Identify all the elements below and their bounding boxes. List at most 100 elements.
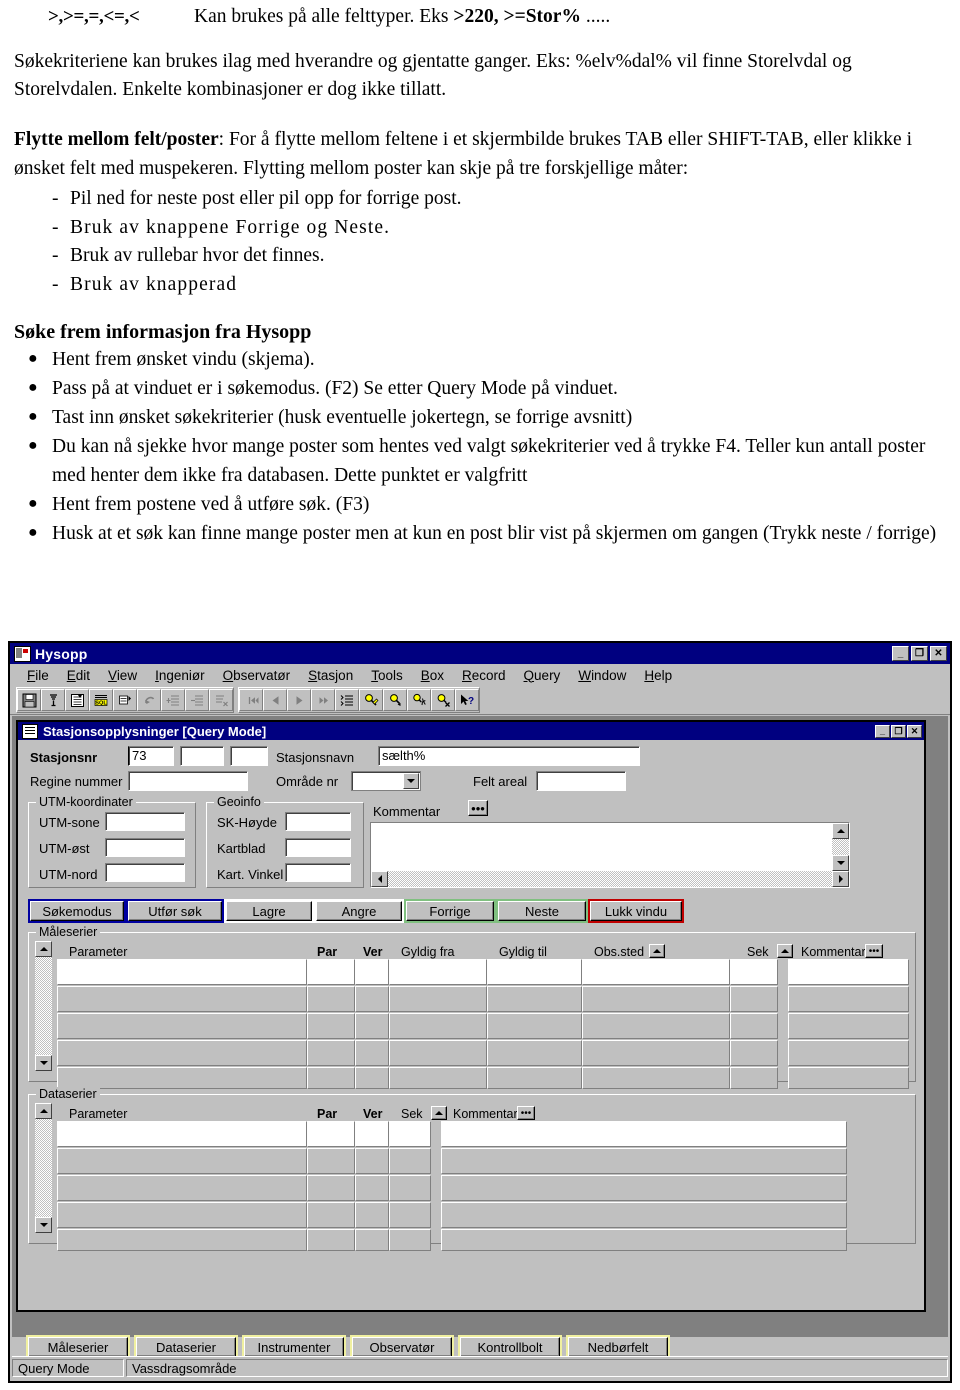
cell-ver[interactable] (355, 1013, 389, 1039)
close-button[interactable]: ✕ (930, 646, 947, 661)
records-icon[interactable] (335, 689, 359, 711)
cell-obs-sted[interactable] (582, 1067, 730, 1089)
cell-par[interactable] (307, 1013, 355, 1039)
lukk-vindu-button[interactable]: Lukk vindu (588, 899, 684, 923)
menu-item-box[interactable]: Box (412, 668, 453, 683)
forrige-button[interactable]: Forrige (404, 899, 496, 923)
cell-par[interactable] (307, 986, 355, 1012)
undo-icon[interactable] (137, 689, 161, 711)
minimize-button[interactable]: _ (892, 646, 909, 661)
neste-button[interactable]: Neste (496, 899, 588, 923)
stasjonsnr-input[interactable]: 73 (128, 746, 174, 766)
cancel-query-icon[interactable] (431, 689, 455, 711)
cell-kommentar[interactable] (441, 1121, 847, 1147)
table-row[interactable] (57, 1229, 847, 1251)
obs-sted-sort-button[interactable] (649, 944, 665, 958)
cell-parameter[interactable] (57, 1175, 307, 1201)
scroll-left-icon[interactable] (371, 871, 388, 887)
mdi-title-bar[interactable]: Stasjonsopplysninger [Query Mode] _ ❐ ✕ (18, 722, 924, 740)
dataserier-row-scrollbar[interactable] (35, 1103, 52, 1233)
cell-sek[interactable] (730, 959, 778, 985)
cell-par[interactable] (307, 1040, 355, 1066)
kommentar-more-button-dataserier[interactable]: ••• (517, 1106, 535, 1120)
kommentar-textarea[interactable] (370, 822, 850, 888)
table-row[interactable] (57, 1175, 847, 1201)
cell-par[interactable] (307, 1067, 355, 1089)
sokemodus-button[interactable]: Søkemodus (28, 899, 126, 923)
mdi-maximize-button[interactable]: ❐ (891, 724, 906, 738)
cell-sek[interactable] (730, 1013, 778, 1039)
sek-sort-button[interactable] (777, 944, 793, 958)
cell-parameter[interactable] (57, 986, 307, 1012)
menu-item-record[interactable]: Record (453, 668, 515, 683)
cell-obs-sted[interactable] (582, 1040, 730, 1066)
dataserier-grid[interactable] (57, 1121, 847, 1251)
menu-item-stasjon[interactable]: Stasjon (299, 668, 362, 683)
cell-ver[interactable] (355, 1148, 389, 1174)
scroll-up-icon[interactable] (35, 941, 52, 957)
cell-ver[interactable] (355, 1202, 389, 1228)
first-record-icon[interactable] (239, 689, 263, 711)
menu-item-observator[interactable]: Observatør (214, 668, 300, 683)
count-query-icon[interactable] (407, 689, 431, 711)
table-row[interactable] (57, 1148, 847, 1174)
cell-par[interactable] (307, 1202, 355, 1228)
cell-ver[interactable] (355, 1121, 389, 1147)
utm-sone-input[interactable] (105, 812, 185, 831)
app-title-bar[interactable]: Hysopp _ ❐ ✕ (10, 643, 950, 664)
maleserier-grid[interactable] (57, 959, 909, 1089)
cell-par[interactable] (307, 1229, 355, 1251)
maximize-button[interactable]: ❐ (911, 646, 928, 661)
cell-parameter[interactable] (57, 1067, 307, 1089)
cell-ver[interactable] (355, 959, 389, 985)
cell-parameter[interactable] (57, 1121, 307, 1147)
cell-kommentar[interactable] (788, 986, 909, 1012)
cell-kommentar[interactable] (788, 1067, 909, 1089)
cell-gyldig-til[interactable] (487, 986, 582, 1012)
kommentar-more-button[interactable]: ••• (468, 800, 488, 816)
cell-kommentar[interactable] (441, 1202, 847, 1228)
last-record-icon[interactable] (311, 689, 335, 711)
save-icon[interactable] (17, 689, 41, 711)
lagre-button[interactable]: Lagre (224, 899, 314, 923)
cell-sek[interactable] (389, 1121, 431, 1147)
kartblad-input[interactable] (285, 838, 351, 857)
mdi-minimize-button[interactable]: _ (875, 724, 890, 738)
cell-gyldig-til[interactable] (487, 1067, 582, 1089)
utm-nord-input[interactable] (105, 863, 185, 882)
cell-parameter[interactable] (57, 1040, 307, 1066)
cell-ver[interactable] (355, 1040, 389, 1066)
cell-ver[interactable] (355, 1067, 389, 1089)
cell-gyldig-fra[interactable] (389, 1067, 487, 1089)
cell-parameter[interactable] (57, 1202, 307, 1228)
menu-item-edit[interactable]: Edit (58, 668, 99, 683)
cell-gyldig-fra[interactable] (389, 1040, 487, 1066)
cell-gyldig-til[interactable] (487, 959, 582, 985)
add-rows-icon[interactable] (161, 689, 185, 711)
cell-gyldig-til[interactable] (487, 1040, 582, 1066)
scroll-down-icon[interactable] (832, 855, 849, 871)
cell-ver[interactable] (355, 1175, 389, 1201)
cell-parameter[interactable] (57, 1013, 307, 1039)
cell-sek[interactable] (389, 1175, 431, 1201)
utfor-sok-button[interactable]: Utfør søk (126, 899, 224, 923)
table-row[interactable] (57, 1040, 909, 1066)
utm-ost-input[interactable] (105, 838, 185, 857)
menu-item-ingenior[interactable]: Ingeniør (146, 668, 214, 683)
omrade-nr-select[interactable] (351, 771, 421, 791)
kart-vinkel-input[interactable] (285, 863, 351, 882)
cell-kommentar[interactable] (788, 1040, 909, 1066)
cell-sek[interactable] (389, 1229, 431, 1251)
cell-sek[interactable] (389, 1148, 431, 1174)
menu-item-view[interactable]: View (99, 668, 146, 683)
cell-kommentar[interactable] (441, 1229, 847, 1251)
whip-icon[interactable] (41, 689, 65, 711)
kommentar-horizontal-scrollbar[interactable] (371, 871, 849, 887)
next-record-icon[interactable] (287, 689, 311, 711)
angre-button[interactable]: Angre (314, 899, 404, 923)
maleserier-row-scrollbar[interactable] (35, 941, 52, 1071)
enter-query-icon[interactable] (359, 689, 383, 711)
clear-rows-icon[interactable] (209, 689, 233, 711)
cell-parameter[interactable] (57, 959, 307, 985)
scroll-up-icon[interactable] (35, 1103, 52, 1119)
